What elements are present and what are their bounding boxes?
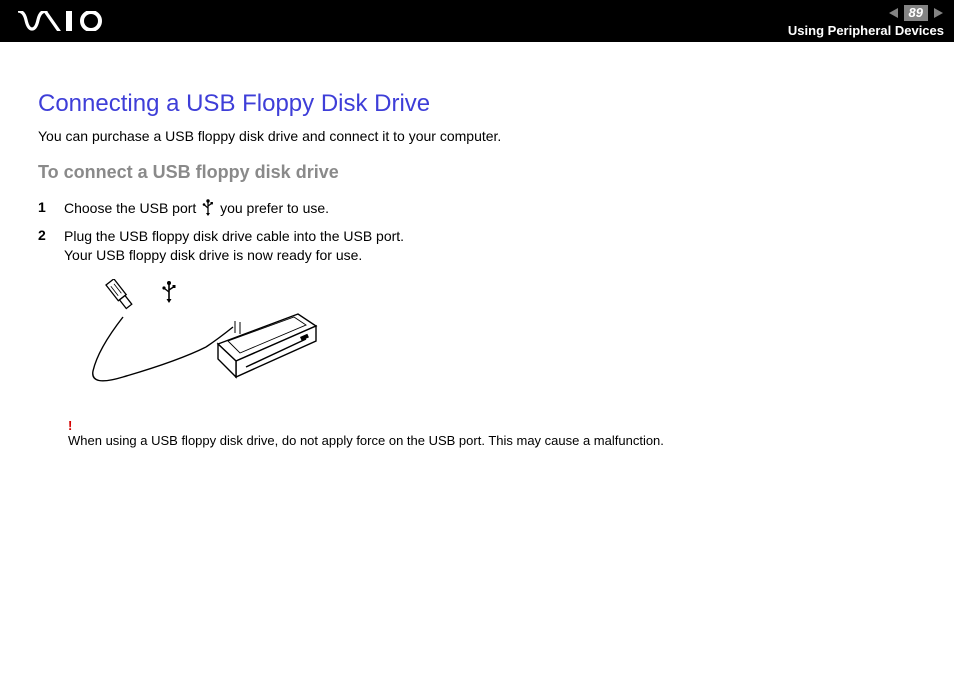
page-navigator: 89 [888, 5, 944, 21]
section-name: Using Peripheral Devices [788, 23, 944, 38]
page-title: Connecting a USB Floppy Disk Drive [38, 90, 916, 118]
warning-note: ! When using a USB floppy disk drive, do… [68, 418, 916, 448]
warning-text: When using a USB floppy disk drive, do n… [68, 433, 916, 448]
intro-paragraph: You can purchase a USB floppy disk drive… [38, 128, 916, 144]
list-item: 2 Plug the USB floppy disk drive cable i… [38, 227, 916, 265]
page-body: Connecting a USB Floppy Disk Drive You c… [0, 42, 954, 448]
next-page-arrow-icon[interactable] [932, 7, 944, 19]
page-header: 89 Using Peripheral Devices [0, 0, 954, 42]
step-text-before: Plug the USB floppy disk drive cable int… [64, 228, 404, 263]
procedure-subtitle: To connect a USB floppy disk drive [38, 162, 916, 183]
step-number: 2 [38, 227, 50, 243]
floppy-drive-illustration [68, 279, 916, 404]
step-number: 1 [38, 199, 50, 215]
vaio-logo [18, 11, 106, 31]
step-text-before: Choose the USB port [64, 200, 200, 216]
list-item: 1 Choose the USB port you prefer to use. [38, 199, 916, 221]
step-list: 1 Choose the USB port you prefer to use.… [38, 199, 916, 265]
usb-icon [202, 199, 214, 221]
page-number: 89 [904, 5, 928, 21]
step-text-after: you prefer to use. [216, 200, 329, 216]
warning-mark-icon: ! [68, 418, 916, 433]
step-text: Plug the USB floppy disk drive cable int… [64, 227, 404, 265]
step-text: Choose the USB port you prefer to use. [64, 199, 329, 221]
prev-page-arrow-icon[interactable] [888, 7, 900, 19]
